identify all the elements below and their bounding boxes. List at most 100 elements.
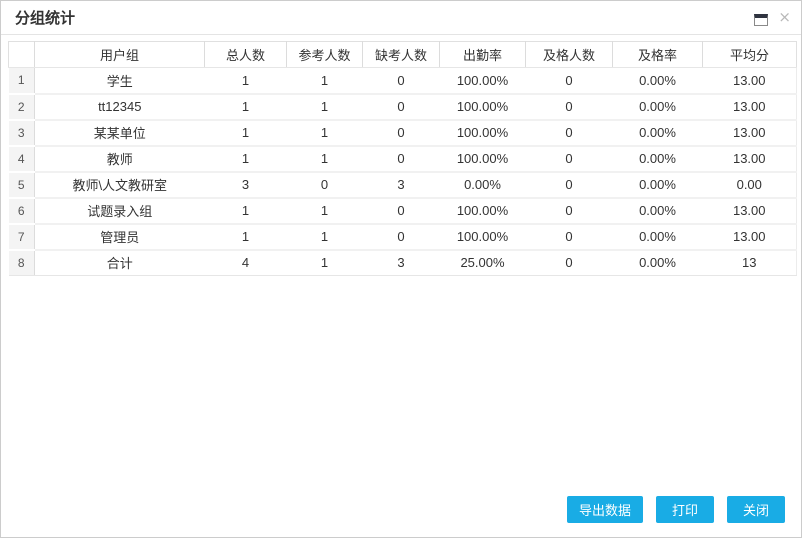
- cell-attendance-rate: 100.00%: [440, 146, 526, 172]
- row-number: 5: [9, 172, 35, 198]
- cell-attended-count: 1: [287, 68, 363, 94]
- dialog-title: 分组统计: [15, 7, 75, 28]
- cell-pass-count: 0: [526, 172, 613, 198]
- dialog-titlebar: 分组统计 ×: [1, 1, 801, 35]
- cell-attended-count: 1: [287, 198, 363, 224]
- cell-attendance-rate: 25.00%: [440, 250, 526, 276]
- cell-total-count: 1: [205, 146, 287, 172]
- cell-attended-count: 1: [287, 250, 363, 276]
- maximize-icon[interactable]: [754, 14, 768, 26]
- footer-actions: 导出数据 打印 关闭: [567, 496, 785, 523]
- cell-user-group: 试题录入组: [35, 198, 205, 224]
- table-row[interactable]: 7管理员110100.00%00.00%13.00: [9, 224, 797, 250]
- cell-total-count: 3: [205, 172, 287, 198]
- cell-absent-count: 3: [363, 172, 440, 198]
- cell-total-count: 1: [205, 198, 287, 224]
- cell-attended-count: 1: [287, 120, 363, 146]
- header-total-count: 总人数: [205, 42, 287, 68]
- cell-absent-count: 0: [363, 68, 440, 94]
- table-row[interactable]: 3某某单位110100.00%00.00%13.00: [9, 120, 797, 146]
- table-row[interactable]: 6试题录入组110100.00%00.00%13.00: [9, 198, 797, 224]
- row-number: 8: [9, 250, 35, 276]
- cell-average-score: 13.00: [703, 120, 797, 146]
- header-absent-count: 缺考人数: [363, 42, 440, 68]
- cell-user-group: 合计: [35, 250, 205, 276]
- header-average-score: 平均分: [703, 42, 797, 68]
- cell-total-count: 1: [205, 94, 287, 120]
- row-number: 7: [9, 224, 35, 250]
- table-row[interactable]: 5教师\人文教研室3030.00%00.00%0.00: [9, 172, 797, 198]
- window-controls: ×: [754, 10, 791, 26]
- cell-total-count: 1: [205, 68, 287, 94]
- close-icon[interactable]: ×: [778, 10, 791, 24]
- cell-pass-rate: 0.00%: [613, 250, 703, 276]
- stats-table: 用户组 总人数 参考人数 缺考人数 出勤率 及格人数 及格率 平均分 1学生11…: [8, 41, 797, 276]
- cell-user-group: 某某单位: [35, 120, 205, 146]
- cell-attendance-rate: 100.00%: [440, 120, 526, 146]
- cell-pass-count: 0: [526, 120, 613, 146]
- cell-average-score: 13.00: [703, 146, 797, 172]
- cell-attendance-rate: 0.00%: [440, 172, 526, 198]
- row-number: 2: [9, 94, 35, 120]
- export-data-button[interactable]: 导出数据: [567, 496, 643, 523]
- header-attendance-rate: 出勤率: [440, 42, 526, 68]
- cell-pass-rate: 0.00%: [613, 224, 703, 250]
- cell-average-score: 13.00: [703, 198, 797, 224]
- cell-pass-count: 0: [526, 250, 613, 276]
- cell-attendance-rate: 100.00%: [440, 224, 526, 250]
- cell-user-group: 学生: [35, 68, 205, 94]
- cell-average-score: 13.00: [703, 68, 797, 94]
- header-pass-count: 及格人数: [526, 42, 613, 68]
- cell-attendance-rate: 100.00%: [440, 68, 526, 94]
- row-number: 1: [9, 68, 35, 94]
- table-row[interactable]: 4教师110100.00%00.00%13.00: [9, 146, 797, 172]
- table-row[interactable]: 8合计41325.00%00.00%13: [9, 250, 797, 276]
- row-number: 6: [9, 198, 35, 224]
- table-header: 用户组 总人数 参考人数 缺考人数 出勤率 及格人数 及格率 平均分: [9, 42, 797, 68]
- cell-pass-count: 0: [526, 146, 613, 172]
- cell-average-score: 13.00: [703, 94, 797, 120]
- cell-pass-rate: 0.00%: [613, 172, 703, 198]
- cell-attended-count: 1: [287, 94, 363, 120]
- print-button[interactable]: 打印: [656, 496, 714, 523]
- cell-attendance-rate: 100.00%: [440, 198, 526, 224]
- stats-table-container: 用户组 总人数 参考人数 缺考人数 出勤率 及格人数 及格率 平均分 1学生11…: [8, 41, 794, 276]
- table-row[interactable]: 2tt12345110100.00%00.00%13.00: [9, 94, 797, 120]
- cell-absent-count: 0: [363, 224, 440, 250]
- cell-attended-count: 0: [287, 172, 363, 198]
- cell-total-count: 1: [205, 224, 287, 250]
- cell-user-group: tt12345: [35, 94, 205, 120]
- cell-pass-count: 0: [526, 68, 613, 94]
- cell-absent-count: 0: [363, 146, 440, 172]
- cell-pass-rate: 0.00%: [613, 198, 703, 224]
- cell-total-count: 4: [205, 250, 287, 276]
- table-body: 1学生110100.00%00.00%13.002tt12345110100.0…: [9, 68, 797, 276]
- row-number: 3: [9, 120, 35, 146]
- header-attended-count: 参考人数: [287, 42, 363, 68]
- table-row[interactable]: 1学生110100.00%00.00%13.00: [9, 68, 797, 94]
- cell-pass-count: 0: [526, 224, 613, 250]
- cell-pass-rate: 0.00%: [613, 146, 703, 172]
- cell-user-group: 管理员: [35, 224, 205, 250]
- cell-average-score: 0.00: [703, 172, 797, 198]
- cell-attended-count: 1: [287, 146, 363, 172]
- cell-attendance-rate: 100.00%: [440, 94, 526, 120]
- header-user-group: 用户组: [35, 42, 205, 68]
- cell-absent-count: 0: [363, 94, 440, 120]
- cell-pass-rate: 0.00%: [613, 94, 703, 120]
- row-number: 4: [9, 146, 35, 172]
- cell-average-score: 13: [703, 250, 797, 276]
- cell-user-group: 教师\人文教研室: [35, 172, 205, 198]
- cell-absent-count: 3: [363, 250, 440, 276]
- header-rownum: [9, 42, 35, 68]
- header-pass-rate: 及格率: [613, 42, 703, 68]
- cell-pass-rate: 0.00%: [613, 120, 703, 146]
- cell-pass-rate: 0.00%: [613, 68, 703, 94]
- cell-pass-count: 0: [526, 198, 613, 224]
- close-button[interactable]: 关闭: [727, 496, 785, 523]
- cell-pass-count: 0: [526, 94, 613, 120]
- cell-absent-count: 0: [363, 120, 440, 146]
- cell-absent-count: 0: [363, 198, 440, 224]
- cell-attended-count: 1: [287, 224, 363, 250]
- group-stats-dialog: { "dialog": { "title": "分组统计", "close_gl…: [0, 0, 802, 538]
